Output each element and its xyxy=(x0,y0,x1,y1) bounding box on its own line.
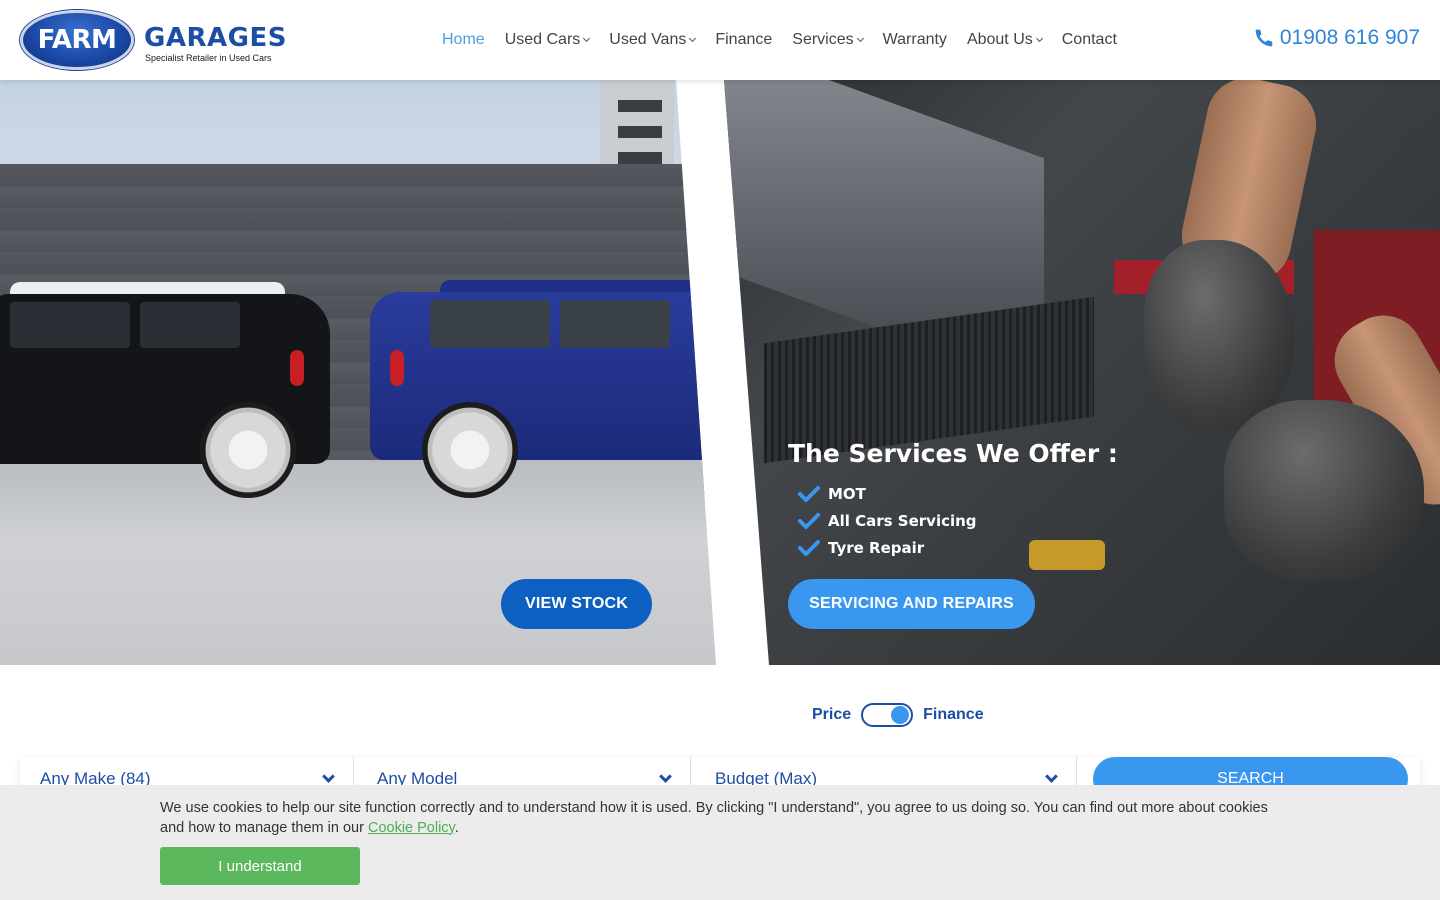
cookie-policy-link[interactable]: Cookie Policy xyxy=(368,820,455,836)
car-wheel xyxy=(422,402,518,498)
service-label: MOT xyxy=(828,484,866,503)
cookie-message: We use cookies to help our site function… xyxy=(160,799,1280,838)
check-icon xyxy=(798,539,820,556)
nav-services[interactable]: Services xyxy=(792,31,864,49)
check-icon xyxy=(798,485,820,502)
chevron-down-icon xyxy=(1045,770,1058,783)
nav-label: Used Cars xyxy=(504,31,581,48)
phone-icon xyxy=(1255,29,1273,47)
logo-wordmark: GARAGES xyxy=(144,23,287,53)
servicing-repairs-button[interactable]: SERVICING AND REPAIRS xyxy=(788,579,1035,629)
taillight xyxy=(390,350,404,386)
tower-window xyxy=(618,152,662,164)
service-item: Tyre Repair xyxy=(788,534,1118,561)
nav-label: Used Vans xyxy=(609,31,687,48)
tower-window xyxy=(618,100,662,112)
price-finance-switch[interactable] xyxy=(861,703,914,727)
services-panel: The Services We Offer : MOT All Cars Ser… xyxy=(788,436,1118,561)
nav-used-cars[interactable]: Used Cars xyxy=(504,31,591,49)
mechanic-glove xyxy=(1144,240,1294,430)
car-window xyxy=(430,300,550,348)
nav-label: Services xyxy=(792,31,854,48)
chevron-down-icon xyxy=(583,34,591,43)
service-item: All Cars Servicing xyxy=(788,507,1118,534)
service-label: All Cars Servicing xyxy=(828,511,977,530)
black-car xyxy=(0,280,340,500)
cookie-accept-button[interactable]: I understand xyxy=(160,847,360,885)
taillight xyxy=(290,350,304,386)
switch-knob xyxy=(891,706,910,724)
logo-badge-text: FARM xyxy=(37,25,117,55)
toggle-label-price[interactable]: Price xyxy=(812,706,851,724)
check-icon xyxy=(798,512,820,529)
chevron-down-icon xyxy=(659,770,672,783)
view-stock-button[interactable]: VIEW STOCK xyxy=(501,579,652,629)
toggle-label-finance[interactable]: Finance xyxy=(923,706,983,724)
hero-section: VIEW STOCK The Services We Offer : MOT A… xyxy=(0,80,1440,665)
price-finance-toggle: Price Finance xyxy=(812,703,984,727)
nav-used-vans[interactable]: Used Vans xyxy=(609,31,697,49)
nav-contact[interactable]: Contact xyxy=(1062,31,1117,49)
logo-tagline: Specialist Retailer in Used Cars xyxy=(145,53,272,63)
hero-engine-image xyxy=(724,80,1440,665)
cookie-banner: We use cookies to help our site function… xyxy=(0,785,1440,900)
nav-label: Home xyxy=(442,31,485,48)
service-label: Tyre Repair xyxy=(828,538,925,557)
chevron-down-icon xyxy=(689,34,697,43)
nav-warranty[interactable]: Warranty xyxy=(883,31,947,49)
nav-label: Contact xyxy=(1061,31,1117,48)
car-wheel xyxy=(200,402,296,498)
phone-number: 01908 616 907 xyxy=(1279,26,1420,49)
cookie-text-end: . xyxy=(454,819,459,836)
phone-link[interactable]: 01908 616 907 xyxy=(1254,26,1420,50)
logo-badge: FARM xyxy=(20,10,134,70)
blue-car xyxy=(370,278,716,498)
car-window xyxy=(140,302,240,348)
mechanic-glove xyxy=(1224,400,1424,580)
main-nav: Home Used Cars Used Vans Finance Service… xyxy=(432,0,1127,80)
service-item: MOT xyxy=(788,480,1118,507)
services-title: The Services We Offer : xyxy=(788,439,1118,468)
cookie-text: We use cookies to help our site function… xyxy=(160,800,1268,836)
tower-window xyxy=(618,126,662,138)
nav-label: Finance xyxy=(715,31,773,48)
chevron-down-icon xyxy=(1035,34,1043,43)
hero-cars-image: VIEW STOCK xyxy=(0,80,716,665)
nav-label: About Us xyxy=(966,31,1033,48)
services-list: MOT All Cars Servicing Tyre Repair xyxy=(788,480,1118,561)
chevron-down-icon xyxy=(856,34,864,43)
chevron-down-icon xyxy=(322,770,335,783)
site-logo[interactable]: FARM GARAGES Specialist Retailer in Used… xyxy=(20,10,300,72)
car-window xyxy=(560,300,670,348)
nav-home[interactable]: Home xyxy=(442,31,485,49)
nav-label: Warranty xyxy=(882,31,947,48)
car-window xyxy=(10,302,130,348)
nav-about-us[interactable]: About Us xyxy=(966,31,1043,49)
nav-finance[interactable]: Finance xyxy=(715,31,772,49)
site-header: FARM GARAGES Specialist Retailer in Used… xyxy=(0,0,1440,80)
